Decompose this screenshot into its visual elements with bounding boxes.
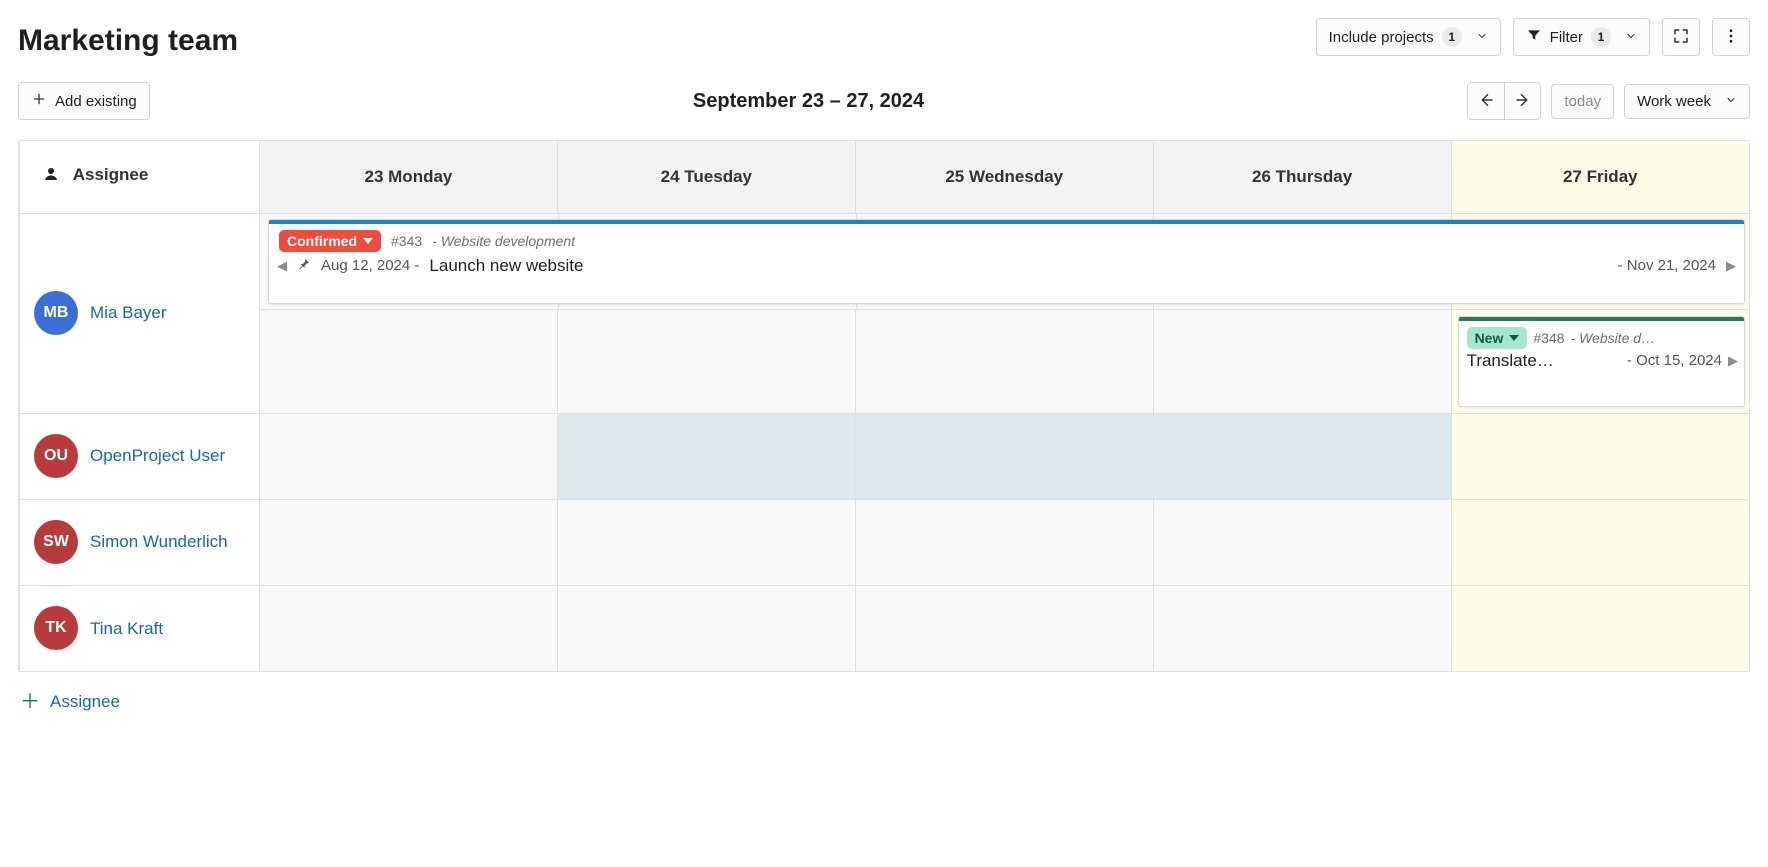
assignee-column-header: Assignee <box>20 141 260 213</box>
day-cell[interactable] <box>260 585 558 671</box>
day-cell[interactable] <box>1153 585 1451 671</box>
filter-icon <box>1526 27 1542 47</box>
arrow-right-icon: ▶ <box>1728 353 1738 369</box>
day-cell[interactable] <box>1153 309 1451 413</box>
filter-label: Filter <box>1550 29 1583 46</box>
page-title: Marketing team <box>18 24 238 58</box>
include-projects-count: 1 <box>1442 27 1462 47</box>
day-cell[interactable] <box>557 309 855 413</box>
pin-icon <box>297 257 311 275</box>
team-planner-table: Assignee 23 Monday 24 Tuesday 25 Wednesd… <box>19 141 1749 671</box>
assignee-link[interactable]: Mia Bayer <box>90 302 167 323</box>
arrow-left-icon: ◀ <box>277 258 287 274</box>
work-package-card[interactable]: New #348 - Website de… Translate … <box>1458 316 1745 407</box>
chevron-down-icon <box>363 238 373 244</box>
day-header: 25 Wednesday <box>855 141 1153 213</box>
plus-icon: ＋ <box>20 692 40 712</box>
assignee-cell: MB Mia Bayer <box>20 213 260 413</box>
status-label: New <box>1475 330 1504 346</box>
status-label: Confirmed <box>287 233 357 249</box>
include-projects-label: Include projects <box>1329 29 1434 46</box>
day-cell[interactable] <box>557 413 855 499</box>
kebab-icon <box>1722 27 1740 48</box>
assignee-cell: SW Simon Wunderlich <box>20 499 260 585</box>
day-cell[interactable] <box>260 413 558 499</box>
day-cell[interactable] <box>260 309 558 413</box>
fullscreen-button[interactable] <box>1662 18 1700 56</box>
work-package-project: - Website de… <box>1571 330 1661 346</box>
arrow-left-icon <box>1477 91 1495 112</box>
work-package-card[interactable]: Confirmed #343 - Website development ◀ <box>268 219 1745 304</box>
today-label: today <box>1564 93 1601 110</box>
day-cell[interactable] <box>855 585 1153 671</box>
top-actions: Include projects 1 Filter 1 <box>1316 18 1750 56</box>
day-cell-today[interactable] <box>1451 413 1749 499</box>
avatar[interactable]: MB <box>34 291 78 335</box>
day-header: 26 Thursday <box>1153 141 1451 213</box>
day-cell[interactable] <box>855 499 1153 585</box>
chevron-down-icon <box>1509 335 1519 341</box>
day-overlay[interactable]: Confirmed #343 - Website development ◀ <box>260 213 1750 309</box>
filter-count: 1 <box>1591 27 1611 47</box>
fullscreen-icon <box>1672 27 1690 48</box>
person-icon <box>42 168 65 187</box>
chevron-down-icon <box>1725 93 1737 110</box>
status-badge[interactable]: Confirmed <box>279 230 381 252</box>
chevron-down-icon <box>1476 29 1488 46</box>
day-cell-today[interactable] <box>1451 499 1749 585</box>
add-existing-label: Add existing <box>55 93 137 110</box>
assignee-cell: TK Tina Kraft <box>20 585 260 671</box>
day-cell-today[interactable] <box>1451 585 1749 671</box>
status-badge[interactable]: New <box>1467 327 1528 349</box>
assignee-link[interactable]: Simon Wunderlich <box>90 531 228 552</box>
assignee-link[interactable]: Tina Kraft <box>90 618 163 639</box>
assignee-link[interactable]: OpenProject User <box>90 445 225 466</box>
avatar[interactable]: TK <box>34 606 78 650</box>
work-package-id: #343 <box>391 233 422 249</box>
date-range: September 23 – 27, 2024 <box>150 90 1468 113</box>
add-existing-button[interactable]: Add existing <box>18 82 150 120</box>
avatar[interactable]: SW <box>34 520 78 564</box>
day-cell[interactable] <box>260 499 558 585</box>
work-package-id: #348 <box>1533 330 1564 346</box>
prev-week-button[interactable] <box>1468 83 1504 119</box>
view-mode-select[interactable]: Work week <box>1624 84 1750 119</box>
day-header: 24 Tuesday <box>557 141 855 213</box>
work-package-subject: Translate … <box>1467 351 1557 371</box>
end-date: - Nov 21, 2024 <box>1618 257 1716 274</box>
assignee-header-label: Assignee <box>73 165 149 184</box>
day-cell[interactable] <box>557 499 855 585</box>
today-button[interactable]: today <box>1551 84 1614 119</box>
day-cell[interactable] <box>557 585 855 671</box>
more-menu-button[interactable] <box>1712 18 1750 56</box>
next-week-button[interactable] <box>1504 83 1540 119</box>
date-nav <box>1467 82 1541 120</box>
include-projects-button[interactable]: Include projects 1 <box>1316 18 1501 56</box>
add-assignee-button[interactable]: ＋ Assignee <box>18 688 122 716</box>
start-date: Aug 12, 2024 - <box>321 257 419 274</box>
day-header-today: 27 Friday <box>1451 141 1749 213</box>
filter-button[interactable]: Filter 1 <box>1513 18 1650 56</box>
day-cell[interactable] <box>1153 413 1451 499</box>
arrow-right-icon: ▶ <box>1726 258 1736 274</box>
day-cell[interactable] <box>1153 499 1451 585</box>
view-mode-label: Work week <box>1637 93 1711 110</box>
work-package-project: - Website development <box>432 233 575 249</box>
plus-icon <box>31 91 47 111</box>
end-date: - Oct 15, 2024 <box>1627 352 1722 369</box>
day-cell-today[interactable]: New #348 - Website de… Translate … <box>1451 309 1749 413</box>
add-assignee-label: Assignee <box>50 692 120 712</box>
day-header: 23 Monday <box>260 141 558 213</box>
arrow-right-icon <box>1514 91 1532 112</box>
day-cell[interactable] <box>855 413 1153 499</box>
work-package-subject: Launch new website <box>429 256 583 276</box>
avatar[interactable]: OU <box>34 434 78 478</box>
day-cell[interactable] <box>855 309 1153 413</box>
assignee-cell: OU OpenProject User <box>20 413 260 499</box>
chevron-down-icon <box>1625 29 1637 46</box>
